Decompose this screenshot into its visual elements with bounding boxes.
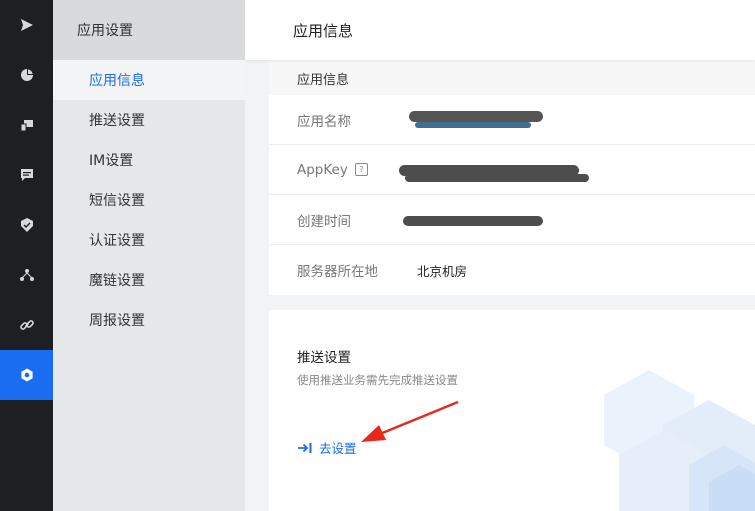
network-icon <box>19 269 34 281</box>
appkey-label: AppKey ? <box>297 162 368 178</box>
push-settings-title: 推送设置 <box>297 350 351 366</box>
menu-item-weekly-report-settings[interactable]: 周报设置 <box>53 300 245 340</box>
go-to-settings-label: 去设置 <box>319 441 357 456</box>
redacted-app-name <box>409 111 543 122</box>
go-to-settings-link[interactable]: 去设置 <box>297 438 357 457</box>
app-info-card: 应用信息 应用名称 AppKey ? 创建时间 服务器所在地 北京机房 <box>269 55 755 295</box>
info-row-server-location: 服务器所在地 北京机房 <box>269 245 755 295</box>
menu-item-sms-settings[interactable]: 短信设置 <box>53 180 245 220</box>
menu-item-magiclink-settings[interactable]: 魔链设置 <box>53 260 245 300</box>
rail-item-send[interactable] <box>0 0 53 50</box>
push-settings-description: 使用推送业务需先完成推送设置 <box>297 373 458 387</box>
menu-item-app-info[interactable]: 应用信息 <box>53 60 245 100</box>
arrow-to-line-icon <box>298 442 312 453</box>
app-info-section-title: 应用信息 <box>269 55 755 95</box>
message-icon <box>20 169 33 181</box>
pie-chart-icon <box>20 69 33 81</box>
rail-item-app-settings[interactable] <box>0 350 53 400</box>
hexagon-decoration <box>604 370 755 511</box>
rail-item-security[interactable] <box>0 200 53 250</box>
page-title: 应用信息 <box>245 0 755 60</box>
info-row-created-time: 创建时间 <box>269 195 755 245</box>
rail-item-stats[interactable] <box>0 50 53 100</box>
rail-item-messages[interactable] <box>0 150 53 200</box>
app-name-label: 应用名称 <box>297 113 351 130</box>
appkey-label-text: AppKey <box>297 161 348 178</box>
menu-item-push-settings[interactable]: 推送设置 <box>53 100 245 140</box>
server-location-value: 北京机房 <box>417 263 468 279</box>
send-icon <box>20 19 33 31</box>
redacted-created-time <box>403 216 543 226</box>
menu-header: 应用设置 <box>53 0 245 60</box>
settings-menu: 应用设置 应用信息 推送设置 IM设置 短信设置 认证设置 魔链设置 周报设置 <box>53 0 245 511</box>
rail-item-network[interactable] <box>0 250 53 300</box>
menu-item-auth-settings[interactable]: 认证设置 <box>53 220 245 260</box>
icon-rail <box>0 0 53 511</box>
link-icon <box>19 320 34 330</box>
devices-icon <box>20 120 33 132</box>
info-row-appkey: AppKey ? <box>269 145 755 195</box>
main-content: 应用信息 应用信息 应用名称 AppKey ? 创建时间 服务器所在地 北京机房 <box>245 0 755 511</box>
redacted-app-name-underline <box>415 122 531 128</box>
push-settings-card: 推送设置 使用推送业务需先完成推送设置 去设置 <box>269 310 755 511</box>
redacted-appkey-2 <box>405 174 589 182</box>
shield-icon <box>20 218 33 232</box>
server-location-label: 服务器所在地 <box>297 264 378 280</box>
rail-item-devices[interactable] <box>0 100 53 150</box>
menu-item-im-settings[interactable]: IM设置 <box>53 140 245 180</box>
info-row-app-name: 应用名称 <box>269 95 755 145</box>
question-icon[interactable]: ? <box>354 163 368 176</box>
created-time-label: 创建时间 <box>297 213 351 230</box>
rail-item-links[interactable] <box>0 300 53 350</box>
settings-hex-icon <box>20 368 33 382</box>
